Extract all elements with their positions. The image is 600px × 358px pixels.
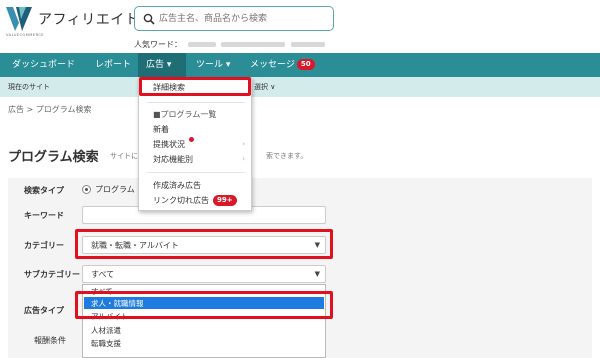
popular-word-blurred[interactable] — [221, 42, 286, 47]
partnership-notification-dot — [189, 137, 194, 142]
menu-item-partnership-status[interactable]: 提携状況 — [153, 139, 185, 150]
brand-name[interactable]: アフィリエイト — [38, 9, 139, 29]
page-description-tail: 索できます。 — [266, 152, 308, 160]
nav-messages-label: メッセージ — [250, 60, 295, 70]
site-header: アフィリエイト VALUECOMMERCE 人気ワード： — [0, 0, 600, 50]
advanced-search-highlight-box — [139, 77, 251, 96]
message-count-badge: 50 — [296, 59, 315, 70]
broken-link-count-badge: 99+ — [213, 195, 237, 206]
nav-tools[interactable]: ツール ▾ — [196, 53, 230, 77]
nav-messages[interactable]: メッセージ 50 — [250, 53, 315, 77]
page-description: サイトに — [110, 152, 138, 160]
popular-words: 人気ワード： — [134, 39, 325, 50]
logo-icon[interactable] — [6, 7, 32, 31]
menu-heading-program-list: ■プログラム一覧 — [153, 110, 217, 119]
category-highlight-box — [75, 229, 333, 259]
popular-words-label: 人気ワード： — [134, 40, 182, 49]
chevron-right-icon: › — [242, 155, 245, 163]
site-select-toggle[interactable]: 選択 ∨ — [254, 77, 275, 97]
ads-dropdown-menu: 詳細検索 ■プログラム一覧 新着 提携状況 › 対応機能別 › 作成済み広告 リ… — [138, 77, 252, 211]
search-input[interactable] — [159, 9, 329, 28]
subcategory-option[interactable]: 人材派遣 — [91, 325, 121, 336]
nav-ads[interactable]: 広告 ▾ — [138, 53, 186, 77]
site-selector-bar: 現在のサイト 選択 ∨ — [0, 77, 600, 97]
subcategory-label: サブカテゴリー — [24, 270, 80, 279]
breadcrumb[interactable]: 広告 > プログラム検索 — [8, 104, 92, 115]
subcategory-select[interactable]: すべて ▼ — [82, 265, 326, 283]
search-type-label: 検索タイプ — [24, 186, 64, 195]
menu-divider — [147, 172, 245, 173]
main-nav: ダッシュボード レポート 広告 ▾ ツール ▾ メッセージ 50 — [0, 53, 600, 114]
page-title: プログラム検索 — [8, 150, 99, 165]
nav-dashboard[interactable]: ダッシュボード — [12, 53, 75, 77]
menu-item-broken-link-ads-label: リンク切れ広告 — [153, 196, 209, 205]
keyword-label: キーワード — [24, 211, 64, 220]
search-box[interactable] — [134, 6, 334, 31]
menu-divider — [147, 102, 245, 103]
menu-item-by-feature[interactable]: 対応機能別 — [153, 154, 193, 165]
search-type-radio-label[interactable]: プログラム — [95, 184, 135, 195]
popular-word-blurred[interactable] — [187, 42, 216, 47]
menu-item-new[interactable]: 新着 — [153, 124, 169, 135]
search-icon — [143, 13, 155, 25]
popular-word-blurred[interactable] — [290, 42, 325, 47]
category-label: カテゴリー — [24, 241, 64, 250]
subcategory-option-highlight-box — [75, 291, 333, 319]
menu-item-created-ads[interactable]: 作成済み広告 — [153, 180, 201, 191]
subcategory-option[interactable]: 転職支援 — [91, 338, 121, 349]
nav-ads-label: 広告 ▾ — [146, 60, 172, 70]
menu-item-broken-link-ads[interactable]: リンク切れ広告 99+ — [153, 195, 237, 206]
nav-report[interactable]: レポート — [95, 53, 131, 77]
current-site-label: 現在のサイト — [8, 83, 50, 91]
chevron-right-icon: › — [242, 140, 245, 148]
logo-subtitle: VALUECOMMERCE — [6, 33, 44, 37]
ad-type-label: 広告タイプ — [24, 306, 64, 315]
subcategory-selected-value: すべて — [91, 270, 115, 279]
search-type-radio[interactable] — [82, 185, 91, 194]
reward-condition-label: 報酬条件 — [34, 336, 66, 345]
chevron-down-icon: ▼ — [314, 270, 320, 278]
